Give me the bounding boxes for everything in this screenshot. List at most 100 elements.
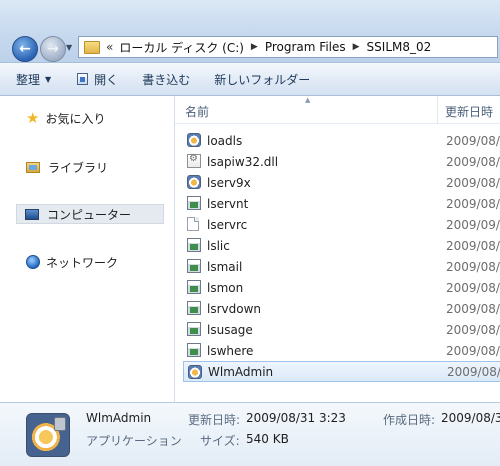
recent-pages-dropdown[interactable]: ▼: [66, 43, 72, 52]
file-row[interactable]: lsmon 2009/08/3: [183, 277, 500, 298]
navigation-pane: ★ お気に入り ライブラリ コンピューター ネットワーク: [0, 96, 175, 402]
open-button[interactable]: 開く: [71, 69, 124, 90]
details-file-name: WlmAdmin: [86, 411, 152, 425]
chevron-down-icon: ▼: [66, 43, 73, 52]
file-row[interactable]: lslic 2009/08/3: [183, 235, 500, 256]
file-name: lservrc: [207, 217, 248, 232]
command-bar: 整理 ▼ 開く 書き込む 新しいフォルダー: [0, 62, 500, 96]
arrow-right-icon: →: [47, 41, 59, 57]
breadcrumb-item-ssilm8[interactable]: SSILM8_02: [367, 40, 432, 54]
column-header-name[interactable]: 名前: [185, 103, 209, 120]
forward-button[interactable]: →: [40, 36, 66, 62]
app-large-icon: [26, 413, 70, 457]
burn-button[interactable]: 書き込む: [136, 69, 196, 90]
back-button[interactable]: ←: [12, 36, 38, 62]
chevron-right-icon[interactable]: ▶: [353, 42, 360, 52]
file-list: ▲ 名前 更新日時 loadls 2009/08/3 lsapiw32.dll 200…: [175, 96, 500, 402]
nav-label-libraries: ライブラリ: [48, 160, 109, 175]
new-folder-label: 新しいフォルダー: [214, 72, 311, 87]
details-created-value: 2009/08/31: [441, 411, 500, 425]
file-date: 2009/08/3: [446, 322, 500, 337]
file-date: 2009/08/3: [446, 343, 500, 358]
organize-label: 整理: [16, 72, 41, 87]
file-date: 2009/08/3: [446, 175, 500, 190]
file-date: 2009/08/3: [446, 196, 500, 211]
details-modified-label: 更新日時:: [188, 413, 241, 427]
new-folder-button[interactable]: 新しいフォルダー: [208, 69, 316, 90]
file-name: lsmail: [207, 259, 243, 274]
dll-icon: [187, 153, 201, 168]
file-row[interactable]: lservrc 2009/09/0: [183, 214, 500, 235]
breadcrumb-overflow[interactable]: «: [106, 40, 113, 54]
lock-icon: [54, 417, 66, 431]
file-name: lsusage: [207, 322, 253, 337]
app-icon: [187, 133, 201, 147]
details-created-label: 作成日時:: [383, 413, 436, 427]
library-icon: [26, 161, 40, 173]
open-icon: [77, 73, 89, 85]
file-name: lsrvdown: [207, 301, 261, 316]
details-size-label: サイズ:: [200, 434, 240, 448]
app-icon: [187, 175, 201, 189]
file-name: lswhere: [207, 343, 254, 358]
nav-item-network[interactable]: ネットワーク: [26, 252, 118, 272]
chevron-right-icon[interactable]: ▶: [251, 42, 258, 52]
column-divider[interactable]: [437, 96, 438, 124]
nav-label-network: ネットワーク: [46, 255, 119, 270]
open-label: 開く: [94, 72, 119, 87]
breadcrumb-item-program-files[interactable]: Program Files: [265, 40, 346, 54]
sort-ascending-icon: ▲: [305, 96, 311, 104]
file-row[interactable]: lserv9x 2009/08/3: [183, 172, 500, 193]
network-icon: [26, 255, 40, 269]
file-row[interactable]: loadls 2009/08/3: [183, 130, 500, 151]
address-bar: ← → ▼ « ローカル ディスク (C:) ▶ Program Files ▶…: [0, 0, 500, 62]
file-date: 2009/08/3: [446, 238, 500, 253]
console-icon: [187, 259, 201, 273]
file-row[interactable]: lsrvdown 2009/08/3: [183, 298, 500, 319]
file-name: loadls: [207, 133, 243, 148]
console-icon: [187, 238, 201, 252]
file-name: WlmAdmin: [208, 364, 274, 379]
nav-label-computer: コンピューター: [47, 207, 132, 222]
console-icon: [187, 196, 201, 210]
column-header-date[interactable]: 更新日時: [445, 103, 493, 120]
star-icon: ★: [26, 109, 40, 127]
file-row[interactable]: lsusage 2009/08/3: [183, 319, 500, 340]
details-pane: WlmAdmin アプリケーション 更新日時: 2009/08/31 3:23 …: [0, 402, 500, 466]
details-modified-value: 2009/08/31 3:23: [246, 411, 346, 425]
column-header-row: ▲ 名前 更新日時: [175, 96, 500, 124]
file-row[interactable]: lsapiw32.dll 2009/08/3: [183, 151, 500, 172]
file-date: 2009/09/0: [446, 217, 500, 232]
file-name: lslic: [207, 238, 230, 253]
file-date: 2009/08/3: [446, 154, 500, 169]
file-name: lserv9x: [207, 175, 251, 190]
file-row[interactable]: WlmAdmin 2009/08/3: [183, 361, 500, 382]
nav-item-favorites[interactable]: ★ お気に入り: [26, 108, 105, 128]
file-name: lservnt: [207, 196, 249, 211]
blank-file-icon: [187, 217, 199, 231]
breadcrumb-item-drive[interactable]: ローカル ディスク (C:): [119, 39, 244, 56]
arrow-left-icon: ←: [19, 41, 31, 57]
file-row[interactable]: lsmail 2009/08/3: [183, 256, 500, 277]
app-icon: [188, 365, 202, 379]
console-icon: [187, 322, 201, 336]
organize-button[interactable]: 整理 ▼: [10, 69, 57, 90]
file-date: 2009/08/3: [447, 364, 500, 379]
nav-item-computer[interactable]: コンピューター: [16, 204, 164, 224]
file-row[interactable]: lservnt 2009/08/3: [183, 193, 500, 214]
file-name: lsapiw32.dll: [207, 154, 279, 169]
console-icon: [187, 301, 201, 315]
breadcrumb[interactable]: « ローカル ディスク (C:) ▶ Program Files ▶ SSILM…: [78, 36, 498, 58]
file-date: 2009/08/3: [446, 280, 500, 295]
computer-icon: [25, 208, 39, 220]
file-name: lsmon: [207, 280, 244, 295]
file-date: 2009/08/3: [446, 301, 500, 316]
details-file-type: アプリケーション: [86, 434, 182, 448]
chevron-down-icon: ▼: [45, 74, 52, 84]
file-date: 2009/08/3: [446, 259, 500, 274]
folder-icon: [84, 40, 100, 54]
file-row[interactable]: lswhere 2009/08/3: [183, 340, 500, 361]
console-icon: [187, 343, 201, 357]
nav-item-libraries[interactable]: ライブラリ: [26, 157, 108, 177]
nav-label-favorites: お気に入り: [45, 111, 106, 126]
